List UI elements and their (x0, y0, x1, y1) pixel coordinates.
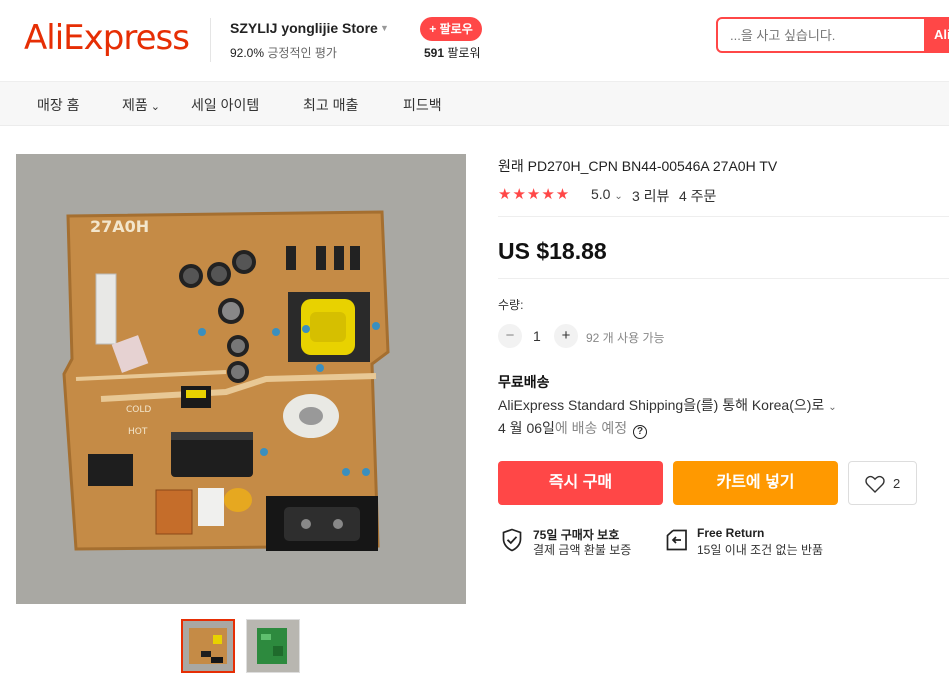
product-title: 원래 PD270H_CPN BN44-00546A 27A0H TV (498, 158, 778, 174)
nav-feedback[interactable]: 피드백 (403, 95, 442, 115)
product-price: US $18.88 (498, 238, 607, 264)
nav-top-selling[interactable]: 최고 매출 (303, 95, 358, 115)
thumbnail-pcb-image (183, 621, 233, 671)
search-input[interactable] (730, 19, 920, 51)
thumbnail-2[interactable] (246, 619, 300, 673)
buy-now-button[interactable]: 즉시 구매 (498, 461, 663, 505)
board-label: 27A0H (90, 217, 149, 236)
followers: 591 팔로워 (424, 44, 481, 61)
quantity-increase-button[interactable]: + (554, 324, 578, 348)
shipping-method[interactable]: AliExpress Standard Shipping을(를) 통해 Kore… (498, 395, 837, 415)
wishlist-count: 2 (893, 476, 901, 491)
pcb-board-illustration: 27A0H COLD HOT (16, 154, 466, 604)
rating-value[interactable]: 5.0 ⌄ (591, 186, 623, 202)
nav-sale-items[interactable]: 세일 아이템 (191, 95, 259, 115)
store-rating-label: 긍정적인 평가 (267, 46, 337, 60)
aliexpress-logo[interactable]: AliExpress (24, 18, 190, 58)
free-return-title: Free Return (697, 526, 765, 540)
buyer-protection-sub: 결제 금액 환불 보증 (533, 543, 632, 557)
delivery-date-suffix: 에 배송 예정 (554, 420, 628, 436)
nav-store-home[interactable]: 매장 홈 (37, 95, 80, 115)
quantity-label: 수량: (498, 298, 524, 312)
follow-button[interactable]: + 팔로우 (420, 17, 482, 41)
quantity-available: 92 개 사용 가능 (586, 331, 665, 345)
add-to-cart-button[interactable]: 카트에 넣기 (673, 461, 838, 505)
store-rating: 92.0% 긍정적인 평가 (230, 44, 337, 61)
return-icon (666, 529, 687, 551)
search-button[interactable]: Ali (924, 17, 949, 53)
divider (498, 216, 949, 217)
chevron-down-icon: ⌄ (614, 191, 623, 202)
shipping-title: 무료배송 (498, 374, 550, 390)
board-cold-label: COLD (126, 405, 151, 415)
thumbnail-1[interactable] (181, 619, 235, 673)
divider (210, 18, 211, 62)
nav-products-label: 제품 (122, 97, 148, 113)
followers-count: 591 (424, 46, 445, 60)
chevron-down-icon[interactable]: ▼ (380, 23, 389, 33)
store-rating-value: 92.0% (230, 46, 265, 60)
nav-products[interactable]: 제품 ⌄ (122, 95, 160, 115)
help-icon[interactable]: ? (633, 425, 648, 439)
rating-stars: ★★★★★ (498, 186, 571, 203)
chevron-down-icon: ⌄ (150, 101, 160, 113)
shield-check-icon (502, 528, 522, 552)
quantity-value[interactable]: 1 (533, 328, 541, 344)
divider (498, 278, 949, 279)
chevron-down-icon: ⌄ (828, 402, 837, 413)
reviews-count[interactable]: 3 리뷰 (632, 186, 669, 206)
product-main-image[interactable]: 27A0H COLD HOT (16, 154, 466, 604)
search-box: Ali (716, 17, 949, 53)
shipping-method-label: AliExpress Standard Shipping을(를) 통해 Kore… (498, 397, 825, 413)
heart-icon (865, 475, 885, 493)
store-name[interactable]: SZYLIJ yonglijie Store (230, 20, 378, 36)
store-nav: 매장 홈 제품 ⌄ 세일 아이템 최고 매출 피드백 (0, 82, 949, 126)
orders-count: 4 주문 (679, 188, 717, 204)
quantity-decrease-button[interactable]: − (498, 324, 522, 348)
thumbnail-pcb-back-image (247, 620, 299, 672)
board-hot-label: HOT (128, 427, 148, 437)
delivery-estimate: 4 월 06일에 배송 예정? (498, 418, 648, 439)
top-header: AliExpress SZYLIJ yonglijie Store ▼ 92.0… (0, 0, 949, 82)
free-return-sub: 15일 이내 조건 없는 반품 (697, 543, 824, 557)
rating-value-label: 5.0 (591, 186, 611, 202)
followers-label: 팔로워 (447, 46, 481, 60)
wishlist-button[interactable]: 2 (848, 461, 917, 505)
delivery-date: 4 월 06일 (498, 420, 555, 436)
